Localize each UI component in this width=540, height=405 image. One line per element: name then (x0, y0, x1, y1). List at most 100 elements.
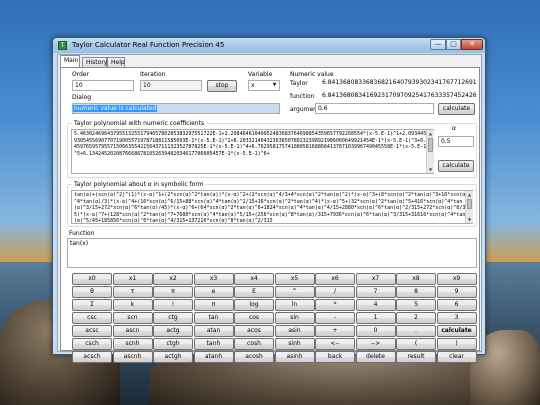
key-button[interactable]: x2 (153, 273, 193, 285)
taylor-numeric-group: Taylor polynomial with numeric coefficie… (67, 120, 477, 178)
key-button[interactable]: . (396, 325, 436, 337)
key-button[interactable]: cos (234, 312, 274, 324)
scroll-up-icon[interactable]: ▲ (427, 130, 434, 137)
key-button[interactable]: csch (72, 338, 112, 350)
key-button[interactable]: 0 (355, 325, 396, 337)
key-button[interactable]: ascn (112, 325, 153, 337)
key-button[interactable]: acsch (72, 351, 112, 363)
key-button[interactable]: tan (193, 312, 234, 324)
order-field[interactable]: 10 (72, 80, 134, 91)
key-button[interactable]: x8 (396, 273, 436, 285)
key-button[interactable]: π (153, 286, 193, 298)
key-button[interactable]: ctg (153, 312, 193, 324)
key-button[interactable]: 5 (396, 299, 436, 311)
scroll-up-icon[interactable]: ▲ (466, 191, 473, 198)
key-button[interactable]: 9 (436, 286, 477, 298)
key-button[interactable]: acos (234, 325, 274, 337)
key-button[interactable]: acsc (72, 325, 112, 337)
key-button[interactable]: actg (153, 325, 193, 337)
close-button[interactable]: ✕ (461, 39, 483, 50)
key-button[interactable]: <-- (315, 338, 355, 350)
key-button[interactable]: e (193, 286, 234, 298)
key-button[interactable]: clear (436, 351, 477, 363)
argument-field[interactable]: 0.6 (315, 103, 434, 114)
key-button[interactable]: ln (274, 299, 315, 311)
key-button[interactable]: sinh (274, 338, 315, 350)
key-button[interactable]: back (315, 351, 355, 363)
key-button[interactable]: scnh (112, 338, 153, 350)
key-button[interactable]: 3 (436, 312, 477, 324)
key-button[interactable]: ! (153, 299, 193, 311)
key-button[interactable]: 4 (355, 299, 396, 311)
key-button[interactable]: log (234, 299, 274, 311)
key-button[interactable]: x7 (355, 273, 396, 285)
key-button[interactable]: acosh (234, 351, 274, 363)
key-button[interactable]: csc (72, 312, 112, 324)
key-button[interactable]: x6 (315, 273, 355, 285)
key-button[interactable]: - (315, 312, 355, 324)
variable-select[interactable]: x ▼ (248, 80, 280, 91)
key-button[interactable]: / (315, 286, 355, 298)
key-button[interactable]: 6 (436, 299, 477, 311)
key-button[interactable]: k (112, 299, 153, 311)
stop-button[interactable]: stop (207, 80, 237, 92)
taylor-numeric-textarea[interactable]: 5.46302469643795513255179465780285383297… (71, 129, 434, 174)
key-button[interactable]: sin (274, 312, 315, 324)
minimize-button[interactable]: — (430, 39, 446, 50)
alpha-label: α (452, 125, 456, 132)
scroll-down-icon[interactable]: ▼ (427, 166, 434, 173)
key-button[interactable]: ( (396, 338, 436, 350)
alpha-field[interactable]: 0.5 (438, 136, 474, 147)
key-button[interactable]: x0 (72, 273, 112, 285)
scroll-down-icon[interactable]: ▼ (466, 216, 473, 223)
key-button[interactable]: * (315, 299, 355, 311)
key-button[interactable]: actgh (153, 351, 193, 363)
key-button[interactable]: ^ (274, 286, 315, 298)
tab-main[interactable]: Main (60, 55, 80, 67)
key-button[interactable]: atan (193, 325, 234, 337)
key-button[interactable]: result (396, 351, 436, 363)
key-button[interactable]: Σ (72, 299, 112, 311)
calculate-alpha-button[interactable]: calculate (438, 160, 474, 172)
key-button[interactable]: asin (274, 325, 315, 337)
key-button[interactable]: --> (355, 338, 396, 350)
key-button[interactable]: x5 (274, 273, 315, 285)
taylor-symbolic-scrollbar[interactable]: ▲ ▼ (465, 191, 473, 223)
key-button[interactable]: atanh (193, 351, 234, 363)
title-bar[interactable]: T Taylor Calculator Real Function Precis… (53, 38, 485, 53)
maximize-button[interactable]: □ (446, 39, 461, 50)
key-button[interactable]: x4 (234, 273, 274, 285)
key-button[interactable]: x9 (436, 273, 477, 285)
key-button[interactable]: ascnh (112, 351, 153, 363)
scrollbar-thumb[interactable] (428, 138, 433, 152)
key-button[interactable]: calculate (436, 325, 477, 337)
taylor-symbolic-textarea[interactable]: tan(α)+(scn(α)^2)^(1)*(x-α)^1+(2*scn(α)^… (71, 190, 473, 224)
taylor-value: 6.84136808336836821640793930234176771269… (320, 78, 477, 89)
calculate-argument-button[interactable]: calculate (438, 103, 475, 115)
key-button[interactable]: cosh (234, 338, 274, 350)
tab-help[interactable]: Help (107, 57, 125, 67)
key-button[interactable]: x1 (112, 273, 153, 285)
key-button[interactable]: θ (72, 286, 112, 298)
key-button[interactable]: 7 (355, 286, 396, 298)
key-button[interactable]: 1 (355, 312, 396, 324)
key-button[interactable]: + (315, 325, 355, 337)
function-input[interactable]: tan(x) (67, 238, 477, 268)
key-button[interactable]: delete (355, 351, 396, 363)
key-button[interactable]: asinh (274, 351, 315, 363)
key-button[interactable]: x3 (193, 273, 234, 285)
key-button[interactable]: ) (436, 338, 477, 350)
key-button[interactable]: 8 (396, 286, 436, 298)
scrollbar-thumb[interactable] (467, 199, 472, 209)
key-button[interactable]: tanh (193, 338, 234, 350)
key-button[interactable]: ctgh (153, 338, 193, 350)
key-button[interactable]: 2 (396, 312, 436, 324)
chevron-down-icon: ▼ (272, 82, 277, 88)
taylor-symbolic-title: Taylor polynomial about α in symbolic fo… (72, 181, 206, 188)
key-button[interactable]: π (193, 299, 234, 311)
key-button[interactable]: τ (112, 286, 153, 298)
key-button[interactable]: E (234, 286, 274, 298)
taylor-numeric-scrollbar[interactable]: ▲ ▼ (426, 130, 434, 173)
key-button[interactable]: scn (112, 312, 153, 324)
tab-history[interactable]: History (82, 57, 107, 67)
